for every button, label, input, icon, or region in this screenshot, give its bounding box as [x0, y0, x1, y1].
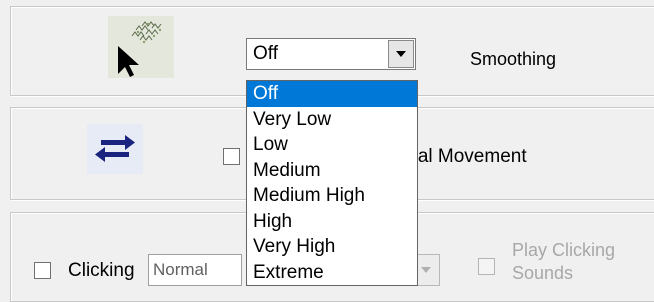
horizontal-movement-label: ntal Movement [402, 146, 527, 167]
smoothing-select[interactable]: Off [246, 38, 416, 70]
clicking-mode-select[interactable]: Normal [148, 254, 242, 286]
play-clicking-sounds-checkbox[interactable] [478, 258, 495, 275]
horizontal-movement-checkbox[interactable] [223, 148, 240, 165]
smoothing-option[interactable]: Low [247, 132, 417, 158]
smoothing-label: Smoothing [470, 49, 557, 69]
smoothing-option[interactable]: Off [247, 81, 417, 107]
smoothing-option[interactable]: Medium High [247, 183, 417, 209]
smoothing-select-value: Off [253, 43, 278, 64]
smoothing-dropdown-list[interactable]: Off Very Low Low Medium Medium High High… [246, 80, 418, 286]
smoothing-option[interactable]: Very High [247, 234, 417, 260]
clicking-label: Clicking [68, 260, 135, 281]
smoothing-option[interactable]: Extreme [247, 260, 417, 286]
clicking-checkbox[interactable] [34, 262, 51, 279]
swap-arrows-icon [87, 124, 143, 174]
smoothing-option[interactable]: Medium [247, 158, 417, 184]
smoothing-option[interactable]: Very Low [247, 107, 417, 133]
smoothing-option[interactable]: High [247, 209, 417, 235]
clicking-mode-value: Normal [153, 260, 208, 279]
chevron-down-icon[interactable] [388, 40, 414, 68]
play-clicking-sounds-label: Play Clicking Sounds [512, 240, 616, 283]
cursor-trail-icon [108, 16, 174, 78]
